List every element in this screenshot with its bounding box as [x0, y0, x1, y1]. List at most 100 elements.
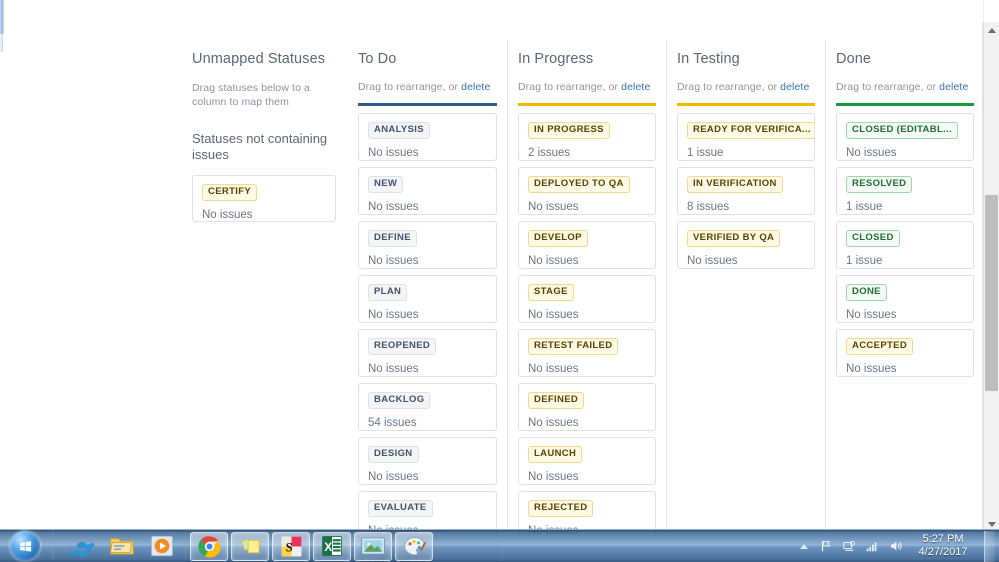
board-column-hint-text: Drag to rearrange, or	[677, 81, 781, 93]
taskbar-item-microsoft-paint[interactable]	[395, 531, 433, 561]
taskbar-item-windows-photo-viewer[interactable]	[354, 531, 392, 561]
svg-text:S: S	[285, 540, 292, 554]
status-badge: CLOSED (EDITABL...	[846, 122, 959, 139]
status-card[interactable]: BACKLOG 54 issues	[358, 383, 497, 431]
taskbar-item-google-chrome[interactable]	[190, 531, 228, 561]
status-card[interactable]: REOPENED No issues	[358, 329, 497, 377]
status-issue-count: No issues	[528, 471, 579, 483]
status-badge: IN PROGRESS	[528, 122, 610, 139]
board-column-title: Done	[836, 51, 872, 67]
status-card[interactable]: VERIFIED BY QA No issues	[677, 221, 815, 269]
status-issue-count: No issues	[528, 201, 579, 213]
network-signal-icon[interactable]	[864, 538, 880, 554]
status-badge: EVALUATE	[368, 500, 433, 517]
board-column-hint: Drag to rearrange, or delete	[677, 68, 815, 94]
status-badge: ACCEPTED	[846, 338, 914, 355]
status-badge: LAUNCH	[528, 446, 583, 463]
start-button[interactable]	[2, 531, 48, 562]
status-card[interactable]: ACCEPTED No issues	[836, 329, 974, 377]
taskbar-open-windows: S X	[190, 531, 433, 561]
show-hidden-icons-chevron-icon[interactable]	[800, 543, 808, 549]
status-badge: VERIFIED BY QA	[687, 230, 781, 247]
status-issue-count: 1 issue	[846, 255, 883, 267]
status-issue-count: No issues	[846, 147, 897, 159]
taskbar-divider-2	[185, 533, 186, 559]
board-column-hint: Drag to rearrange, or delete	[358, 68, 497, 94]
status-issue-count: No issues	[368, 147, 419, 159]
status-card[interactable]: READY FOR VERIFICATI... 1 issue	[677, 113, 815, 161]
taskbar-clock[interactable]: 5:27 PM 4/27/2017	[910, 533, 972, 559]
taskbar-item-internet-explorer[interactable]	[63, 532, 101, 561]
status-issue-count: No issues	[368, 255, 419, 267]
board-column-card-list: IN PROGRESS 2 issues DEPLOYED TO QA No issu…	[518, 106, 656, 539]
status-card[interactable]: CERTIFY No issues	[192, 175, 336, 222]
taskbar-item-windows-media-player[interactable]	[143, 532, 181, 561]
status-badge: ANALYSIS	[368, 122, 430, 139]
board-column-hint: Drag to rearrange, or delete	[518, 68, 656, 94]
status-card[interactable]: NEW No issues	[358, 167, 497, 215]
taskbar-item-microsoft-excel[interactable]: X	[313, 531, 351, 561]
delete-column-link[interactable]: delete	[780, 81, 809, 93]
status-badge: REJECTED	[528, 500, 594, 517]
action-center-flag-icon[interactable]	[818, 538, 834, 554]
unmapped-statuses-column: Unmapped Statuses Drag statuses below to…	[176, 40, 348, 532]
status-card[interactable]: STAGE No issues	[518, 275, 656, 323]
status-card[interactable]: PLAN No issues	[358, 275, 497, 323]
scroll-up-arrow-icon[interactable]	[984, 22, 999, 38]
delete-column-link[interactable]: delete	[939, 81, 968, 93]
status-card[interactable]: CLOSED (EDITABL... No issues	[836, 113, 974, 161]
status-badge: PLAN	[368, 284, 408, 301]
status-card[interactable]: IN PROGRESS 2 issues	[518, 113, 656, 161]
status-card[interactable]: DEPLOYED TO QA No issues	[518, 167, 656, 215]
svg-text:X: X	[324, 540, 332, 554]
unmapped-status-card-list: CERTIFY No issues	[192, 175, 336, 222]
board-column: To Do Drag to rearrange, or delete ANALYSI…	[348, 40, 507, 562]
taskbar-item-sticky-notes[interactable]	[231, 531, 269, 561]
board-column-title: In Progress	[518, 51, 594, 67]
status-card[interactable]: RETEST FAILED No issues	[518, 329, 656, 377]
status-card[interactable]: DONE No issues	[836, 275, 974, 323]
taskbar-item-windows-explorer[interactable]	[103, 532, 141, 561]
delete-column-link[interactable]: delete	[621, 81, 650, 93]
scrollbar-top-gap	[983, 0, 999, 22]
status-card[interactable]: LAUNCH No issues	[518, 437, 656, 485]
status-badge: RETEST FAILED	[528, 338, 619, 355]
system-tray: 5:27 PM 4/27/2017	[800, 530, 999, 562]
scrollbar-thumb[interactable]	[985, 195, 998, 391]
status-badge: REOPENED	[368, 338, 437, 355]
background-window-sliver-left-lower	[0, 34, 3, 52]
board-column-hint-text: Drag to rearrange, or	[358, 81, 462, 93]
board-column-hint: Drag to rearrange, or delete	[836, 68, 974, 94]
status-badge: STAGE	[528, 284, 574, 301]
volume-speaker-icon[interactable]	[887, 538, 903, 554]
unmapped-statuses-hint: Drag statuses below to a column to map t…	[192, 82, 310, 108]
column-mapping-board: Unmapped Statuses Drag statuses below to…	[176, 40, 984, 562]
board-column-card-list: CLOSED (EDITABL... No issues RESOLVED 1 iss…	[836, 106, 974, 377]
status-issue-count: No issues	[368, 201, 419, 213]
status-badge: IN VERIFICATION	[687, 176, 783, 193]
status-badge: CERTIFY	[202, 184, 258, 201]
sticky-notes-icon	[240, 537, 259, 553]
board-column-title: To Do	[358, 51, 397, 67]
paint-icon	[403, 536, 426, 555]
status-card[interactable]: DEFINE No issues	[358, 221, 497, 269]
status-card[interactable]: RESOLVED 1 issue	[836, 167, 974, 215]
network-status-icon[interactable]	[841, 538, 857, 554]
vertical-scrollbar[interactable]	[983, 22, 999, 532]
background-window-sliver-left	[0, 0, 4, 34]
show-desktop-button[interactable]	[984, 530, 995, 562]
status-issue-count: No issues	[528, 255, 579, 267]
status-card[interactable]: IN VERIFICATION 8 issues	[677, 167, 815, 215]
status-card[interactable]: DEVELOP No issues	[518, 221, 656, 269]
status-card[interactable]: CLOSED 1 issue	[836, 221, 974, 269]
unmapped-statuses-title: Unmapped Statuses	[192, 51, 326, 67]
internet-explorer-icon	[70, 536, 95, 557]
status-card[interactable]: DESIGN No issues	[358, 437, 497, 485]
delete-column-link[interactable]: delete	[461, 81, 490, 93]
board-column: In Testing Drag to rearrange, or delete RE…	[666, 40, 825, 532]
statuses-without-issues-heading: Statuses not containing issues	[192, 131, 328, 162]
status-card[interactable]: DEFINED No issues	[518, 383, 656, 431]
windows-taskbar: S X 5:27 PM 4/27/2017	[0, 529, 999, 562]
status-card[interactable]: ANALYSIS No issues	[358, 113, 497, 161]
taskbar-item-snagit[interactable]: S	[272, 531, 310, 561]
